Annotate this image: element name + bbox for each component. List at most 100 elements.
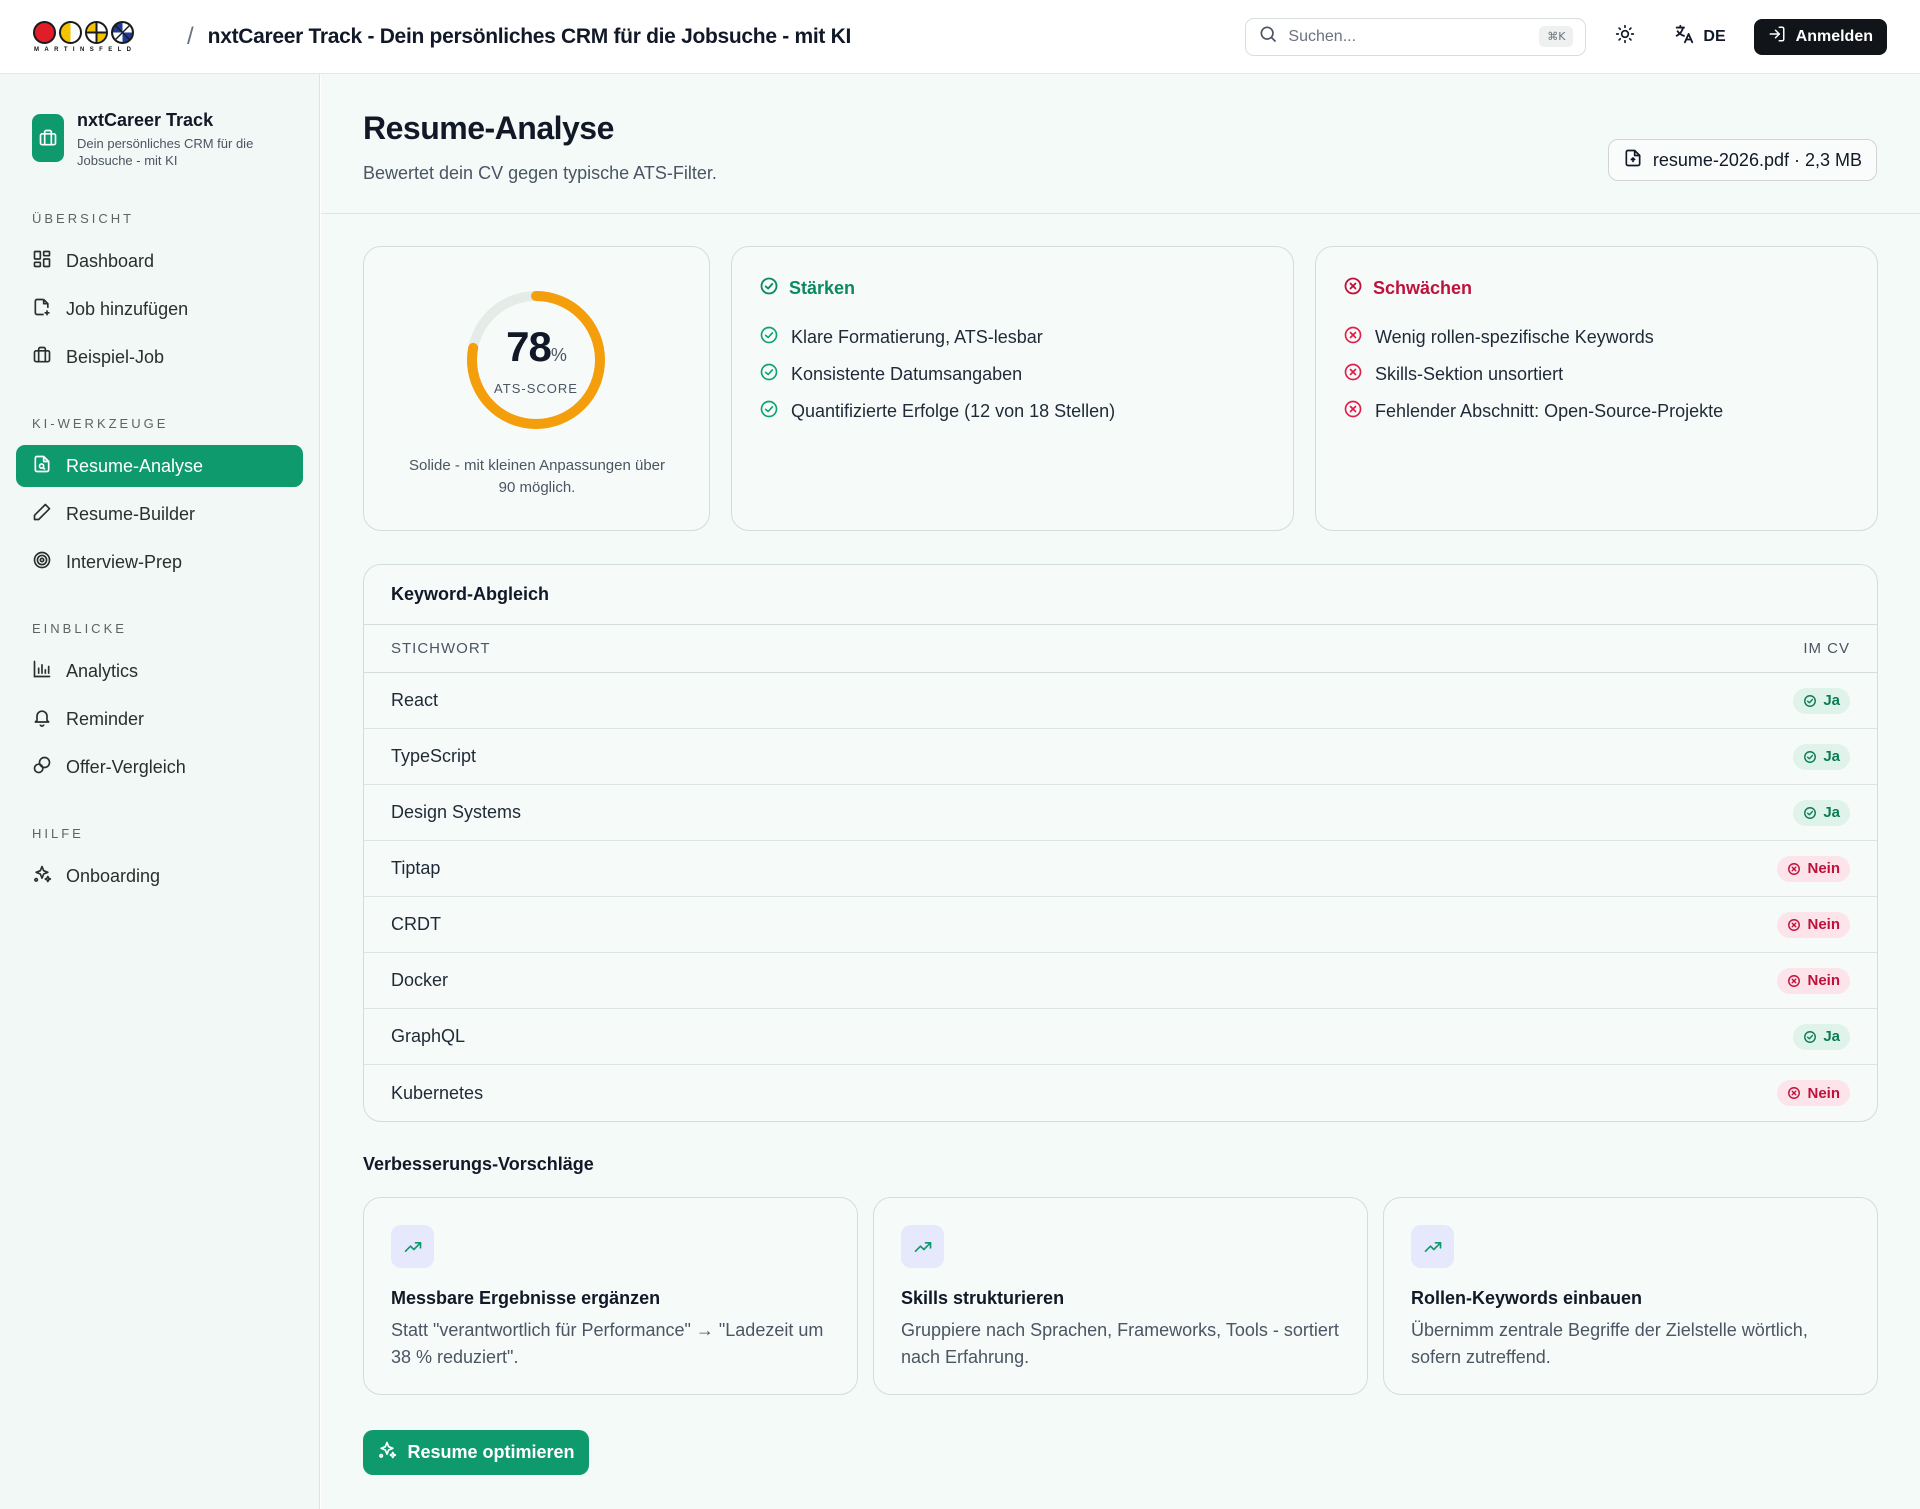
login-icon: [1768, 25, 1786, 48]
table-row: Docker Nein: [364, 953, 1877, 1009]
nav-section-ai-tools: KI-WERKZEUGE Resume-Analyse Resume-Build…: [16, 416, 303, 583]
status-label: Ja: [1823, 1028, 1840, 1045]
suggestion-title: Skills strukturieren: [901, 1288, 1065, 1308]
file-icon: [1623, 148, 1643, 173]
table-row: React Ja: [364, 673, 1877, 729]
nav-section-overview: ÜBERSICHT Dashboard Job hinzufügen Beisp…: [16, 211, 303, 378]
sidebar-item-label: Resume-Builder: [66, 503, 196, 524]
check-circle-icon: [759, 362, 779, 387]
sidebar-item-label: Job hinzufügen: [66, 298, 189, 319]
suggestion-text: Gruppiere nach Sprachen, Frameworks, Too…: [901, 1320, 1339, 1367]
column-header-keyword: STICHWORT: [391, 640, 491, 657]
martinsfeld-logo[interactable]: MARTINSFELD: [33, 20, 137, 53]
trending-up-icon: [901, 1225, 944, 1268]
logo-wordmark: MARTINSFELD: [34, 46, 137, 53]
sidebar-item-interview-prep[interactable]: Interview-Prep: [16, 541, 303, 583]
coins-icon: [32, 755, 52, 780]
search-input[interactable]: Suchen... ⌘K: [1245, 17, 1587, 56]
nav-section-insights: EINBLICKE Analytics Reminder Offer-Vergl…: [16, 621, 303, 788]
status-badge: Ja: [1793, 1023, 1850, 1050]
sidebar-item-resume-analysis[interactable]: Resume-Analyse: [16, 445, 303, 487]
suggestion-card[interactable]: Rollen-Keywords einbauen Übernimm zentra…: [1383, 1197, 1878, 1395]
sidebar-item-label: Interview-Prep: [66, 551, 183, 572]
sidebar: nxtCareer Track Dein persönliches CRM fü…: [0, 74, 320, 1509]
suggestion-card[interactable]: Skills strukturieren Gruppiere nach Spra…: [873, 1197, 1368, 1395]
nav-heading: KI-WERKZEUGE: [32, 416, 169, 431]
theme-toggle-button[interactable]: [1605, 17, 1645, 57]
uploaded-file-chip[interactable]: resume-2026.pdf · 2,3 MB: [1607, 139, 1877, 181]
sidebar-item-resume-builder[interactable]: Resume-Builder: [16, 493, 303, 535]
sidebar-item-dashboard[interactable]: Dashboard: [16, 240, 303, 282]
breadcrumb-separator: /: [187, 22, 194, 50]
page-header: Resume-Analyse Bewertet dein CV gegen ty…: [321, 74, 1920, 214]
keyword-cell: Tiptap: [391, 858, 441, 878]
x-circle-icon: [1787, 862, 1801, 876]
check-circle-icon: [1803, 750, 1817, 764]
nav-heading: ÜBERSICHT: [32, 211, 135, 226]
status-badge: Ja: [1793, 743, 1850, 770]
score-description: Solide - mit kleinen Anpassungen über 90…: [409, 457, 665, 496]
keyword-match-table: Keyword-Abgleich STICHWORT IM CV React Ja…: [363, 564, 1878, 1122]
keyword-table-header: STICHWORT IM CV: [364, 625, 1877, 673]
sidebar-item-analytics[interactable]: Analytics: [16, 650, 303, 692]
trending-up-icon: [391, 1225, 434, 1268]
logo-circles: [33, 20, 134, 44]
sidebar-item-add-job[interactable]: Job hinzufügen: [16, 288, 303, 330]
file-name: resume-2026.pdf · 2,3 MB: [1652, 149, 1862, 170]
table-row: Kubernetes Nein: [364, 1065, 1877, 1121]
suggestions-heading: Verbesserungs-Vorschläge: [363, 1154, 594, 1174]
sidebar-brand[interactable]: nxtCareer Track Dein persönliches CRM fü…: [16, 108, 303, 169]
sidebar-item-label: Beispiel-Job: [66, 346, 165, 367]
check-circle-icon: [1803, 806, 1817, 820]
sidebar-item-offer-compare[interactable]: Offer-Vergleich: [16, 746, 303, 788]
briefcase-icon: [32, 114, 64, 162]
sidebar-item-label: Reminder: [66, 708, 145, 729]
x-circle-icon: [1343, 325, 1363, 350]
target-icon: [32, 550, 52, 575]
status-badge: Ja: [1793, 799, 1850, 826]
x-circle-icon: [1343, 362, 1363, 387]
x-circle-icon: [1343, 399, 1363, 424]
sparkles-icon: [32, 864, 52, 889]
briefcase-icon: [32, 345, 52, 370]
optimize-resume-button[interactable]: Resume optimieren: [363, 1430, 589, 1475]
sidebar-item-label: Offer-Vergleich: [66, 756, 186, 777]
sun-icon: [1615, 24, 1635, 49]
suggestion-title: Rollen-Keywords einbauen: [1411, 1288, 1643, 1308]
search-placeholder: Suchen...: [1288, 27, 1357, 45]
keyword-cell: Design Systems: [391, 802, 522, 822]
strengths-card: Stärken Klare Formatierung, ATS-lesbar K…: [731, 246, 1294, 531]
status-label: Ja: [1823, 748, 1840, 765]
status-badge: Nein: [1777, 911, 1850, 938]
status-badge: Nein: [1777, 1080, 1850, 1106]
check-circle-icon: [759, 399, 779, 424]
sidebar-item-example-job[interactable]: Beispiel-Job: [16, 336, 303, 378]
login-button[interactable]: Anmelden: [1753, 18, 1887, 55]
keyword-cell: Docker: [391, 970, 449, 990]
strengths-heading: Stärken: [759, 276, 855, 301]
suggestion-card[interactable]: Messbare Ergebnisse ergänzen Statt "vera…: [363, 1197, 858, 1395]
sidebar-item-onboarding[interactable]: Onboarding: [16, 855, 303, 897]
weaknesses-heading: Schwächen: [1343, 276, 1472, 301]
status-badge: Ja: [1793, 687, 1850, 714]
x-circle-icon: [1787, 1086, 1801, 1100]
language-switch-button[interactable]: DE: [1673, 23, 1726, 50]
brand-tagline: Dein persönliches CRM für die Jobsuche -…: [77, 136, 254, 168]
nav-heading: HILFE: [32, 826, 84, 841]
list-item: Klare Formatierung, ATS-lesbar: [759, 319, 1115, 356]
ats-score-card: 78% ATS-SCORE Solide - mit kleinen Anpas…: [363, 246, 710, 531]
pencil-icon: [32, 502, 52, 527]
file-plus-icon: [32, 297, 52, 322]
app-title[interactable]: nxtCareer Track - Dein persönliches CRM …: [208, 25, 852, 49]
suggestion-title: Messbare Ergebnisse ergänzen: [391, 1288, 661, 1308]
brand-name: nxtCareer Track: [77, 110, 214, 130]
status-badge: Nein: [1777, 967, 1850, 994]
status-label: Nein: [1807, 916, 1840, 933]
keyword-cell: CRDT: [391, 914, 441, 934]
ats-score-ring: 78% ATS-SCORE: [463, 287, 609, 433]
sidebar-item-reminder[interactable]: Reminder: [16, 698, 303, 740]
sidebar-item-label: Resume-Analyse: [66, 455, 204, 476]
language-label: DE: [1703, 27, 1726, 45]
list-item: Fehlender Abschnitt: Open-Source-Projekt…: [1343, 393, 1723, 430]
top-bar: MARTINSFELD / nxtCareer Track - Dein per…: [0, 0, 1920, 74]
